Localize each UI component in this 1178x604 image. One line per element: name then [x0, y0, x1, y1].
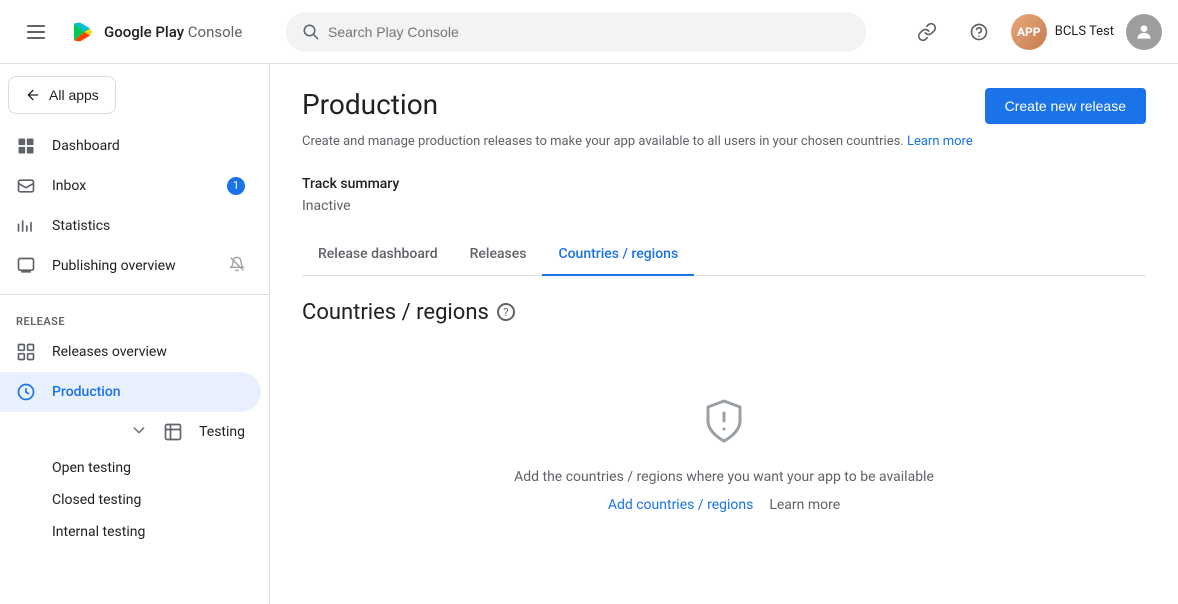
mute-icon [229, 256, 245, 276]
sidebar-sub-item-closed-testing[interactable]: Closed testing [0, 484, 261, 516]
tab-releases[interactable]: Releases [454, 234, 543, 276]
releases-overview-icon [16, 342, 36, 362]
search-input[interactable] [328, 24, 850, 40]
release-section-label: Release [0, 303, 269, 332]
back-arrow-icon [25, 87, 41, 103]
countries-help-icon[interactable]: ? [497, 303, 515, 321]
link-icon [917, 22, 937, 42]
search-bar[interactable] [286, 12, 866, 52]
sidebar: All apps Dashboard [0, 64, 270, 604]
main-content: Production Create new release Create and… [270, 64, 1178, 604]
tabs-bar: Release dashboard Releases Countries / r… [302, 234, 1146, 276]
header-right: APP BCLS Test [907, 12, 1162, 52]
testing-icon [163, 422, 183, 442]
sidebar-item-production[interactable]: Production [0, 372, 261, 412]
sidebar-item-testing[interactable]: Testing [0, 412, 261, 452]
account-icon [1134, 22, 1154, 42]
user-account-avatar[interactable] [1126, 14, 1162, 50]
inbox-badge: 1 [227, 177, 245, 195]
production-icon [16, 382, 36, 402]
user-name-label: BCLS Test [1055, 24, 1114, 39]
user-app-avatar: APP [1011, 14, 1047, 50]
header-left: Google Play Console [16, 12, 286, 52]
help-button[interactable] [959, 12, 999, 52]
logo-text: Google Play Console [104, 23, 242, 41]
hamburger-icon [19, 17, 53, 47]
tab-release-dashboard[interactable]: Release dashboard [302, 234, 454, 276]
empty-state: Add the countries / regions where you wa… [302, 357, 1146, 553]
main-body: All apps Dashboard [0, 64, 1178, 604]
sidebar-item-releases-overview[interactable]: Releases overview [0, 332, 261, 372]
link-button[interactable] [907, 12, 947, 52]
page-description: Create and manage production releases to… [302, 132, 1146, 152]
tab-countries-regions[interactable]: Countries / regions [542, 234, 694, 276]
learn-more-secondary-link[interactable]: Learn more [769, 497, 840, 513]
sidebar-sub-item-internal-testing[interactable]: Internal testing [0, 516, 261, 548]
track-summary-label: Track summary [302, 176, 1146, 192]
help-icon [969, 22, 989, 42]
sidebar-item-inbox[interactable]: Inbox 1 [0, 166, 261, 206]
app-header: Google Play Console APP BC [0, 0, 1178, 64]
track-status-value: Inactive [302, 198, 1146, 214]
user-info[interactable]: APP BCLS Test [1011, 14, 1114, 50]
chevron-down-icon [131, 422, 147, 442]
sidebar-item-publishing-overview[interactable]: Publishing overview [0, 246, 261, 286]
track-summary-section: Track summary Inactive [302, 176, 1146, 214]
empty-state-text: Add the countries / regions where you wa… [514, 469, 934, 485]
section-title: Countries / regions ? [302, 300, 1146, 325]
menu-button[interactable] [16, 12, 56, 52]
google-play-logo-icon [68, 18, 96, 46]
publishing-icon [16, 256, 36, 276]
sidebar-item-dashboard[interactable]: Dashboard [0, 126, 261, 166]
statistics-icon [16, 216, 36, 236]
logo-area: Google Play Console [68, 18, 242, 46]
add-countries-link[interactable]: Add countries / regions [608, 497, 754, 513]
dashboard-icon [16, 136, 36, 156]
empty-state-icon [700, 397, 748, 449]
inbox-icon [16, 176, 36, 196]
search-icon [302, 23, 320, 41]
page-title: Production [302, 88, 438, 121]
sidebar-nav: Dashboard Inbox 1 [0, 118, 269, 556]
sidebar-divider-1 [0, 294, 269, 295]
all-apps-button[interactable]: All apps [8, 76, 116, 114]
empty-state-actions: Add countries / regions Learn more [608, 497, 840, 513]
page-header: Production Create new release [302, 88, 1146, 124]
create-new-release-button[interactable]: Create new release [985, 88, 1146, 124]
learn-more-link[interactable]: Learn more [907, 134, 973, 149]
sidebar-sub-item-open-testing[interactable]: Open testing [0, 452, 261, 484]
sidebar-item-statistics[interactable]: Statistics [0, 206, 261, 246]
